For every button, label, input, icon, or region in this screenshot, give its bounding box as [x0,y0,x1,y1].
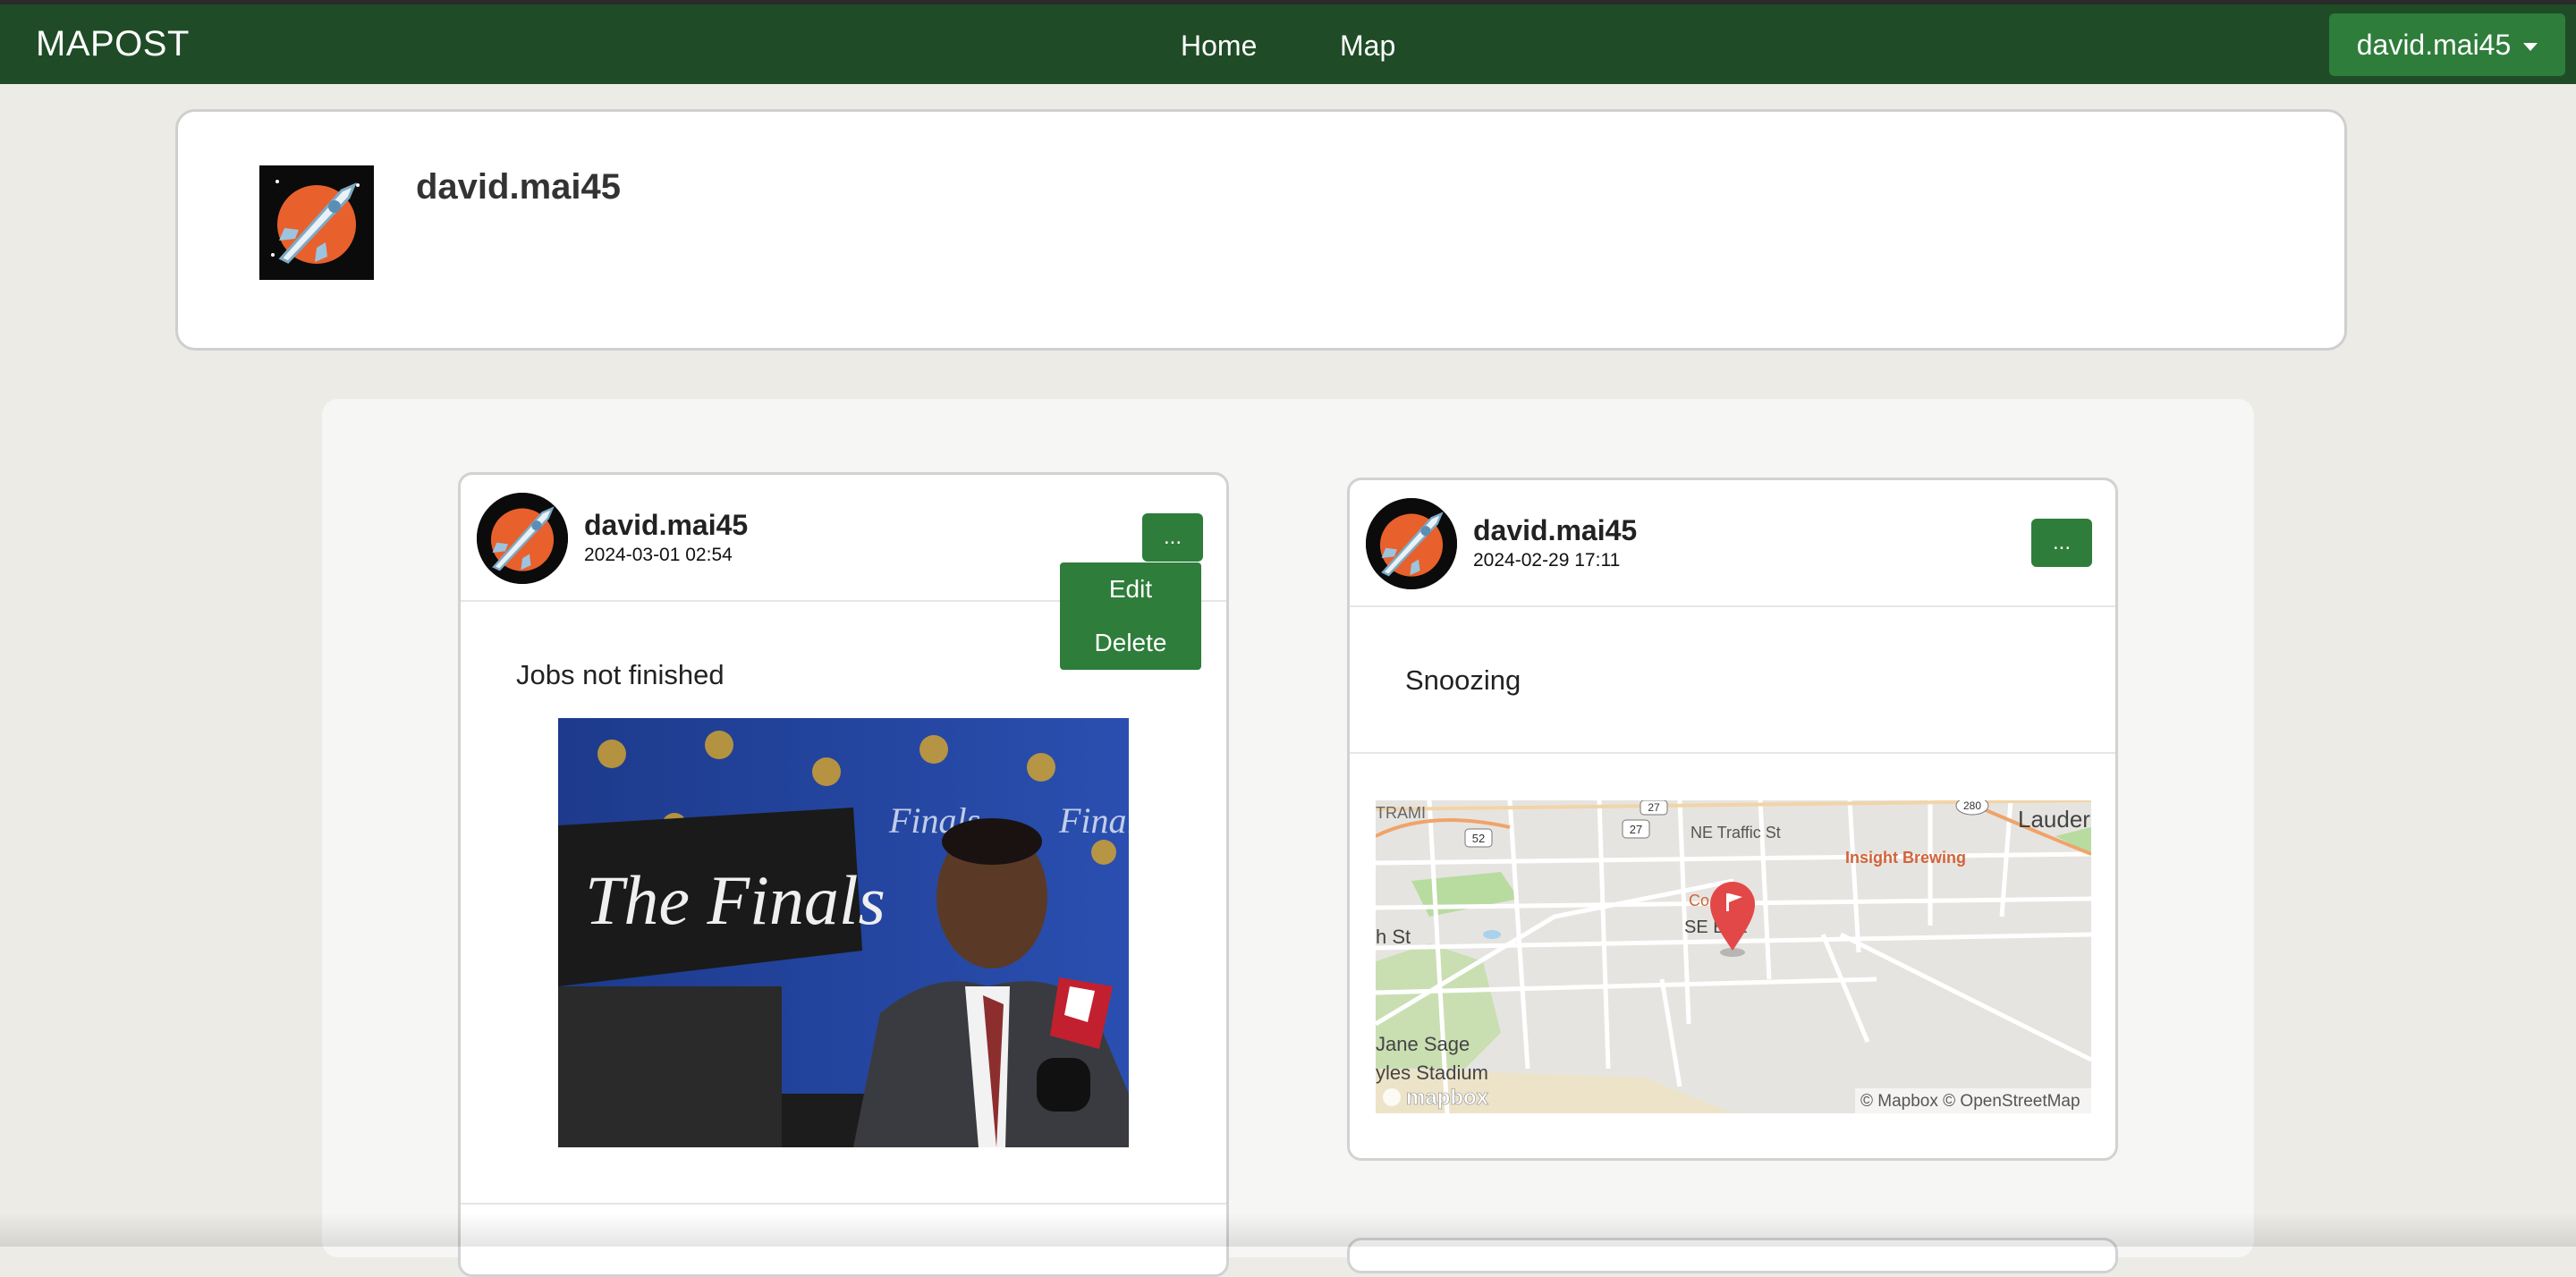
brand-logo[interactable]: MAPOST [36,24,190,64]
post-author[interactable]: david.mai45 [584,509,748,542]
route-label: 52 [1472,832,1485,845]
post-author[interactable]: david.mai45 [1473,514,1637,547]
author-avatar[interactable] [1366,498,1457,589]
photo-backdrop-text: Finals [1058,800,1129,841]
post-divider [1350,752,2115,754]
map-label: TRAMI [1376,804,1426,822]
post-map[interactable]: 52 27 27 280 TRAMI NE Traffic St Insight… [1376,800,2091,1113]
post-date: 2024-03-01 02:54 [584,545,733,565]
post-options-button[interactable]: ... [1142,513,1203,562]
bottom-shadow [0,1213,2576,1247]
route-label: 280 [1963,800,1981,812]
top-navbar: MAPOST Home Map david.mai45 [0,0,2576,84]
post-options-menu: Edit Delete [1060,562,1201,670]
route-label: 27 [1648,801,1660,814]
map-label: h St [1376,926,1411,948]
post-text: Snoozing [1405,664,1521,696]
post-photo[interactable]: Finals Finals The Finals [558,718,1129,1147]
nav-link-home[interactable]: Home [1181,30,1257,63]
post-divider [461,1203,1226,1205]
caret-down-icon [2523,42,2538,51]
delete-menu-item[interactable]: Delete [1060,629,1201,657]
edit-menu-item[interactable]: Edit [1060,575,1201,604]
map-attribution[interactable]: © Mapbox © OpenStreetMap [1860,1092,2080,1111]
post-card: david.mai45 2024-03-01 02:54 ... Edit De… [458,472,1229,1277]
map-label: yles Stadium [1376,1061,1488,1084]
user-menu-button[interactable]: david.mai45 [2329,13,2565,76]
profile-card: david.mai45 [175,109,2347,351]
post-date: 2024-02-29 17:11 [1473,550,1621,571]
author-avatar[interactable] [477,493,568,584]
map-label: NE Traffic St [1690,824,1781,841]
post-text: Jobs not finished [516,659,724,690]
post-header: david.mai45 2024-02-29 17:11 [1350,480,2115,607]
user-menu-label: david.mai45 [2356,28,2512,61]
mapbox-logo-text: mapbox [1406,1086,1489,1110]
rocket-avatar-icon [259,165,374,280]
post-card: david.mai45 2024-02-29 17:11 ... Snoozin… [1347,478,2118,1161]
photo-sign-text: The Finals [585,861,886,939]
profile-username: david.mai45 [416,167,622,207]
nav-link-map[interactable]: Map [1340,30,1395,63]
map-label: Jane Sage [1376,1033,1470,1055]
post-options-button[interactable]: ... [2031,519,2092,567]
route-label: 27 [1630,823,1642,836]
map-label: Insight Brewing [1845,849,1966,867]
map-label: Lauder [2018,806,2090,833]
